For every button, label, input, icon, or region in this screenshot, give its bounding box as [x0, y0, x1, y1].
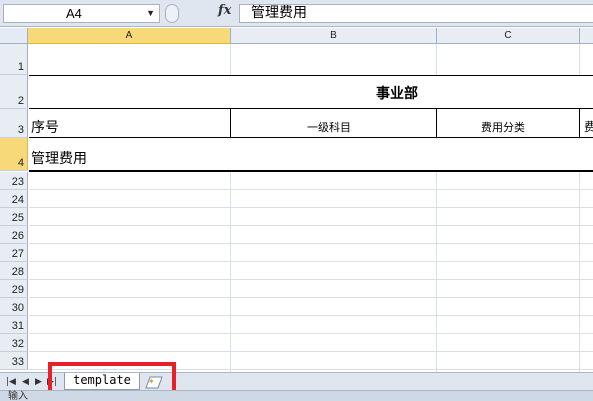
row-header-1[interactable]: 1: [0, 44, 28, 75]
row-header-4-label: 4: [17, 157, 24, 169]
gridline: [29, 207, 593, 208]
row-header-label: 29: [11, 284, 24, 296]
column-header-a[interactable]: A: [28, 28, 231, 44]
insert-function-icon[interactable]: fx: [218, 3, 236, 23]
row-header-23[interactable]: 23: [0, 172, 28, 190]
column-header-b[interactable]: B: [231, 28, 437, 44]
border-line: [29, 170, 593, 172]
row-header-label: 23: [11, 176, 24, 188]
row-header-label: 31: [11, 320, 24, 332]
row-header-33[interactable]: 33: [0, 352, 28, 370]
gridline: [29, 243, 593, 244]
row-header-label: 33: [11, 356, 24, 368]
formula-input-value: 管理费用: [251, 5, 307, 21]
border-line: [579, 109, 580, 138]
row-header-29[interactable]: 29: [0, 280, 28, 298]
column-header-c-label: C: [504, 30, 512, 41]
row-header-label: 32: [11, 338, 24, 350]
border-line: [29, 137, 593, 138]
insert-function-label: fx: [218, 3, 232, 18]
row-header-31[interactable]: 31: [0, 316, 28, 334]
column-header-a-label: A: [125, 30, 133, 41]
chevron-down-icon[interactable]: ▼: [146, 5, 155, 22]
row-header-2[interactable]: 2: [0, 75, 28, 109]
status-mode: 输入: [8, 391, 28, 401]
row-header-4[interactable]: 4: [0, 138, 28, 171]
column-header-d[interactable]: [580, 28, 593, 44]
row-header-30[interactable]: 30: [0, 298, 28, 316]
row-header-label: 25: [11, 212, 24, 224]
gridline: [29, 261, 593, 262]
row-header-3[interactable]: 3: [0, 109, 28, 138]
border-line: [436, 109, 437, 138]
gridline: [29, 351, 593, 352]
row-header-3-label: 3: [17, 124, 24, 136]
cell-d3[interactable]: 费: [584, 118, 593, 135]
border-line: [230, 109, 231, 138]
title-text: 事业部: [376, 86, 418, 102]
row-header-26[interactable]: 26: [0, 226, 28, 244]
row-header-25[interactable]: 25: [0, 208, 28, 226]
cell-b3[interactable]: 一级科目: [307, 119, 351, 135]
row-header-28[interactable]: 28: [0, 262, 28, 280]
formula-bar-resize-handle[interactable]: [165, 4, 179, 23]
row-header-label: 24: [11, 194, 24, 206]
row-header-label: 26: [11, 230, 24, 242]
row-header-27[interactable]: 27: [0, 244, 28, 262]
row-header-1-label: 1: [17, 61, 24, 73]
next-sheet-icon[interactable]: ▶: [35, 376, 42, 388]
gridline: [29, 297, 593, 298]
cell-c3[interactable]: 费用分类: [481, 119, 525, 135]
row-header-label: 27: [11, 248, 24, 260]
gridline: [29, 225, 593, 226]
formula-input[interactable]: 管理费用: [239, 4, 593, 23]
column-header-c[interactable]: C: [437, 28, 580, 44]
row-header-2-label: 2: [17, 95, 24, 107]
gridline: [29, 189, 593, 190]
name-box-value: A4: [66, 6, 82, 21]
spreadsheet-window: A4 ▼ fx 管理费用 A B C 1 2 事业部 3 序号 一级科目 费用分…: [0, 0, 593, 401]
cell-a4-merged[interactable]: [29, 139, 593, 171]
name-box[interactable]: A4 ▼: [3, 4, 160, 23]
gridline: [29, 315, 593, 316]
formula-bar: A4 ▼ fx 管理费用: [0, 0, 593, 27]
select-all-button[interactable]: [0, 28, 28, 44]
cell-a3[interactable]: 序号: [31, 117, 59, 137]
column-header-b-label: B: [330, 30, 337, 41]
gridline: [29, 333, 593, 334]
row-header-label: 28: [11, 266, 24, 278]
row-header-32[interactable]: 32: [0, 334, 28, 352]
worksheet-grid[interactable]: A B C 1 2 事业部 3 序号 一级科目 费用分类 费 4 管理费用 23: [0, 28, 593, 372]
cell-a4: 管理费用: [31, 151, 87, 167]
prev-sheet-icon[interactable]: ◀: [22, 376, 29, 388]
status-bar: 输入: [0, 390, 593, 401]
first-sheet-icon[interactable]: |◀: [6, 376, 16, 388]
row-header-24[interactable]: 24: [0, 190, 28, 208]
border-line: [29, 75, 593, 76]
merged-title-cell[interactable]: [29, 76, 593, 109]
row-header-label: 30: [11, 302, 24, 314]
border-line: [29, 108, 593, 109]
gridline: [29, 279, 593, 280]
